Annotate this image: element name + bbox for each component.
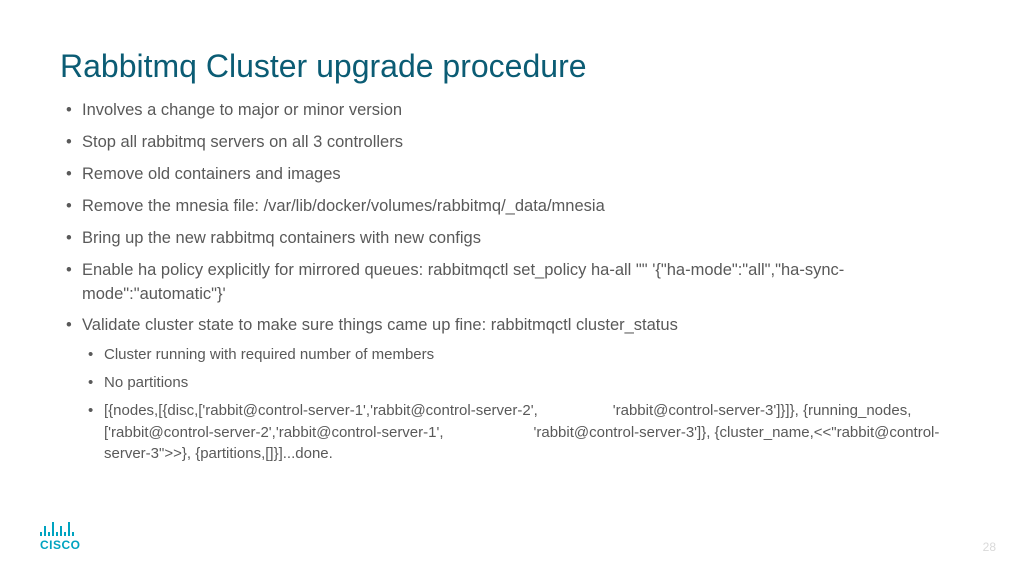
slide: Rabbitmq Cluster upgrade procedure Invol…: [0, 0, 1024, 576]
brand-text: CISCO: [40, 538, 81, 552]
list-item-text: Validate cluster state to make sure thin…: [82, 316, 678, 334]
list-item: Stop all rabbitmq servers on all 3 contr…: [60, 131, 964, 155]
list-item: No partitions: [82, 372, 964, 394]
list-item: [{nodes,[{disc,['rabbit@control-server-1…: [82, 400, 964, 465]
bullet-list: Involves a change to major or minor vers…: [60, 99, 964, 465]
page-number: 28: [983, 540, 996, 554]
cisco-logo: CISCO: [40, 522, 81, 552]
sub-bullet-list: Cluster running with required number of …: [82, 344, 964, 465]
list-item: Remove old containers and images: [60, 163, 964, 187]
list-item: Enable ha policy explicitly for mirrored…: [60, 259, 964, 307]
list-item: Bring up the new rabbitmq containers wit…: [60, 227, 964, 251]
slide-title: Rabbitmq Cluster upgrade procedure: [60, 48, 964, 85]
list-item: Involves a change to major or minor vers…: [60, 99, 964, 123]
list-item: Cluster running with required number of …: [82, 344, 964, 366]
logo-bars-icon: [40, 522, 74, 536]
list-item: Validate cluster state to make sure thin…: [60, 314, 964, 465]
list-item: Remove the mnesia file: /var/lib/docker/…: [60, 195, 964, 219]
